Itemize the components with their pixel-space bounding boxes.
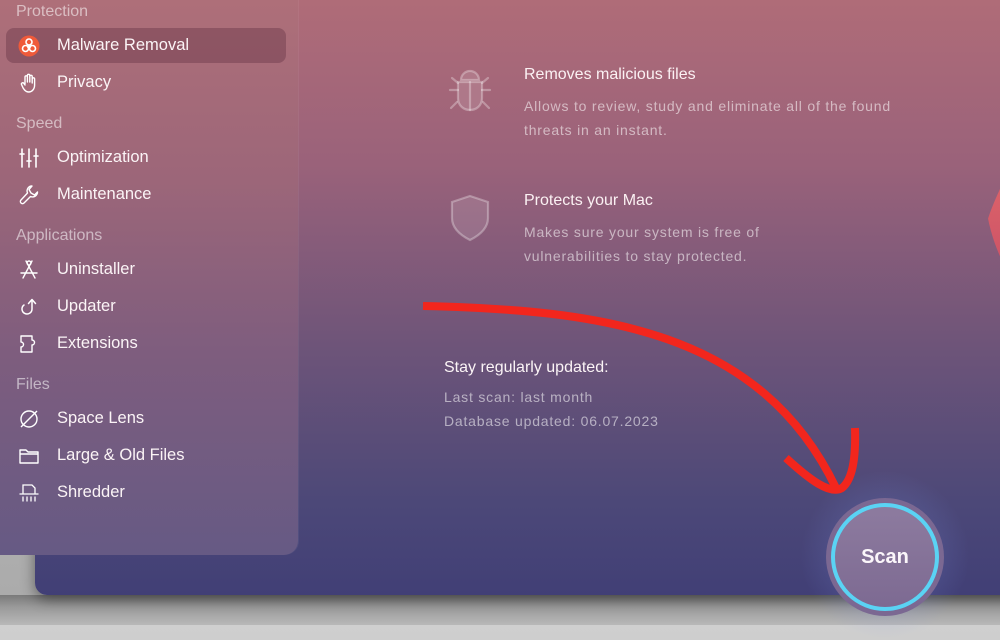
sidebar-item-shredder[interactable]: Shredder bbox=[6, 475, 286, 510]
bug-icon bbox=[448, 69, 492, 112]
scan-button[interactable]: Scan bbox=[826, 498, 944, 616]
sidebar-item-label: Shredder bbox=[57, 483, 125, 501]
sidebar-item-malware-removal[interactable]: Malware Removal bbox=[6, 28, 286, 63]
sidebar-item-maintenance[interactable]: Maintenance bbox=[6, 177, 286, 212]
last-scan-text: Last scan: last month bbox=[444, 389, 594, 405]
section-applications: Applications bbox=[16, 227, 103, 244]
sidebar-item-label: Optimization bbox=[57, 148, 149, 166]
section-protection: Protection bbox=[16, 3, 89, 20]
sidebar-item-space-lens[interactable]: Space Lens bbox=[6, 401, 286, 436]
feature-title: Protects your Mac bbox=[524, 192, 653, 209]
folder-icon bbox=[17, 444, 41, 468]
puzzle-icon bbox=[17, 332, 41, 356]
section-speed: Speed bbox=[16, 115, 63, 132]
sidebar-item-label: Malware Removal bbox=[57, 36, 190, 54]
shield-icon bbox=[450, 194, 490, 242]
sidebar-item-extensions[interactable]: Extensions bbox=[6, 326, 286, 361]
intro-text: kinds of vulnerabilities. bbox=[444, 0, 605, 4]
hero-drop-graphic bbox=[983, 40, 1000, 310]
feature-description: Allows to review, study and eliminate al… bbox=[524, 98, 891, 138]
sidebar-item-label: Extensions bbox=[57, 334, 138, 352]
update-arrow-icon bbox=[17, 295, 41, 319]
status-title: Stay regularly updated: bbox=[444, 359, 609, 376]
sidebar-item-label: Space Lens bbox=[57, 409, 145, 427]
wrench-icon bbox=[17, 183, 41, 207]
section-files: Files bbox=[16, 376, 50, 393]
hand-icon bbox=[17, 71, 41, 95]
feature-title: Removes malicious files bbox=[524, 66, 696, 83]
scan-label: Scan bbox=[861, 545, 909, 568]
app-store-icon bbox=[17, 258, 41, 282]
feature-description: Makes sure your system is free of vulner… bbox=[524, 224, 760, 264]
sidebar-item-label: Privacy bbox=[57, 73, 112, 91]
biohazard-icon bbox=[17, 34, 41, 58]
sidebar-item-label: Maintenance bbox=[57, 185, 152, 203]
shredder-icon bbox=[17, 481, 41, 505]
sidebar-item-optimization[interactable]: Optimization bbox=[6, 140, 286, 175]
database-updated-text: Database updated: 06.07.2023 bbox=[444, 413, 659, 429]
planet-icon bbox=[17, 407, 41, 431]
sidebar-item-label: Uninstaller bbox=[57, 260, 135, 278]
sidebar-item-large-old-files[interactable]: Large & Old Files bbox=[6, 438, 286, 473]
sliders-icon bbox=[17, 146, 41, 170]
sidebar-item-updater[interactable]: Updater bbox=[6, 289, 286, 324]
sidebar-item-privacy[interactable]: Privacy bbox=[6, 65, 286, 100]
sidebar-item-label: Large & Old Files bbox=[57, 446, 185, 464]
sidebar-item-uninstaller[interactable]: Uninstaller bbox=[6, 252, 286, 287]
sidebar-item-label: Updater bbox=[57, 297, 116, 315]
